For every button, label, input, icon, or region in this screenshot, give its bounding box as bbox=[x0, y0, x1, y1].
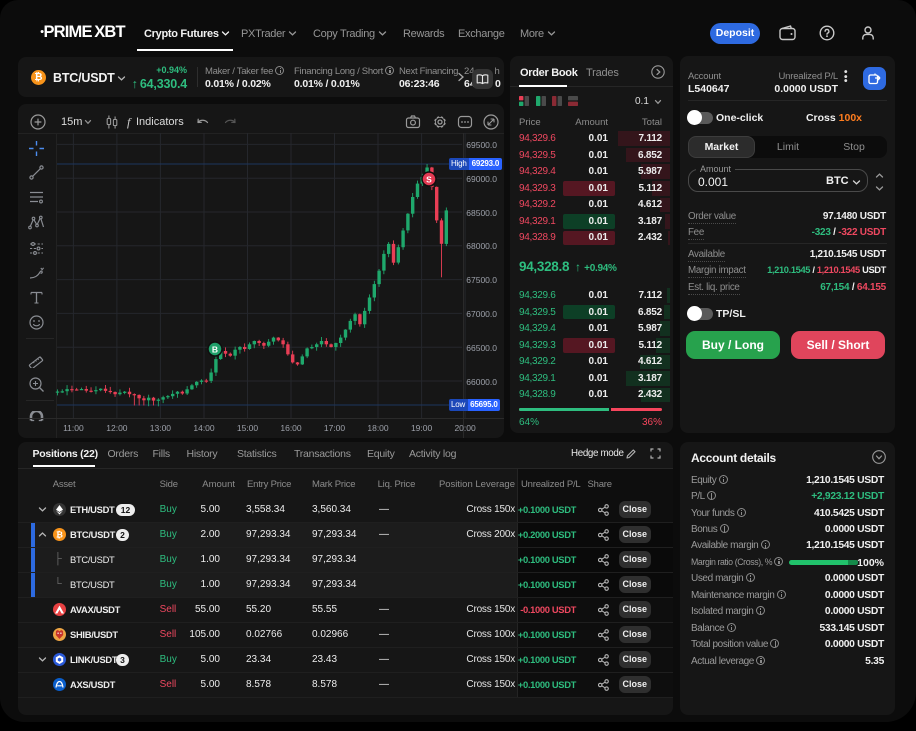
svg-text:S: S bbox=[426, 174, 432, 184]
svg-text:₿: ₿ bbox=[56, 530, 63, 540]
svg-text:B: B bbox=[212, 344, 218, 354]
